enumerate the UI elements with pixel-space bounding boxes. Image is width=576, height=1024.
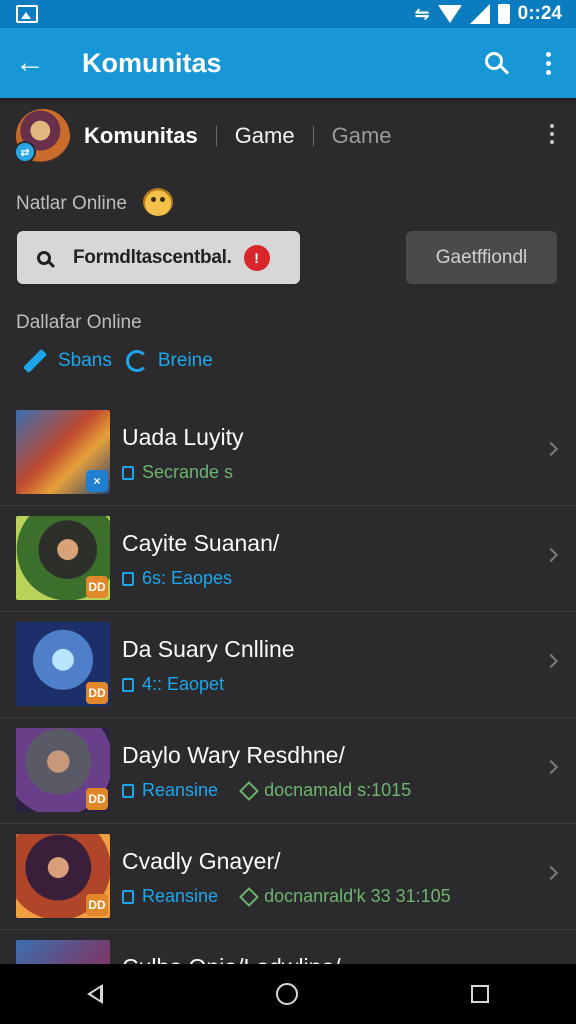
avatar-badge-icon: ⇄ [14, 141, 36, 163]
tab-game-secondary[interactable]: Game [332, 123, 392, 149]
filter-sbans[interactable]: Sbans [22, 348, 112, 374]
filter-row: Sbans Breine [22, 346, 213, 376]
item-title: Uada Luyity [122, 424, 244, 450]
nav-recent-icon[interactable] [471, 985, 490, 1003]
status-time: 0::24 [517, 3, 562, 24]
more-vert-icon [545, 51, 551, 57]
app-title: Komunitas [82, 47, 222, 78]
nav-back-icon[interactable] [86, 984, 103, 1004]
cube-icon [239, 886, 259, 907]
item-subtitle: 6s: Eaopes [122, 568, 232, 589]
system-nav-bar [0, 964, 576, 1024]
item-title: Cayite Suanan/ [122, 530, 280, 556]
badge-icon: × [86, 470, 108, 492]
item-sub2: docnamald s:1015 [264, 780, 412, 800]
filter-breine[interactable]: Breine [125, 350, 213, 372]
alert-badge-icon: ! [243, 244, 270, 271]
community-title: Komunitas [84, 123, 198, 148]
vibrate-icon: ⇋ [414, 3, 430, 24]
chevron-right-icon [543, 653, 559, 669]
badge-icon: DD [86, 788, 108, 810]
refresh-icon [125, 350, 148, 372]
nav-home-icon[interactable] [275, 983, 298, 1005]
list-item[interactable]: DD Cayite Suanan/ 6s: Eaopes [0, 506, 576, 612]
game-thumbnail: DD [16, 728, 110, 812]
tab-game[interactable]: Game [235, 123, 295, 149]
back-button[interactable]: ← [0, 28, 60, 98]
item-subtitle: Reansine docnanrald'k 33 31:105 [122, 886, 451, 907]
online-label: Natlar Online [16, 193, 127, 214]
tag-icon [122, 677, 134, 692]
community-header: ⇄ Komunitas Game Game [0, 108, 576, 164]
game-list: × Uada Luyity Secrande s DD Cayite Suana… [0, 400, 576, 1024]
gallery-icon [16, 5, 38, 23]
dallafar-label: Dallafar Online [16, 312, 142, 333]
more-vert-icon [550, 124, 554, 128]
battery-icon [497, 4, 510, 24]
app-bar: ← Komunitas [0, 28, 576, 98]
item-sub1: Reansine [142, 886, 219, 906]
item-title: Daylo Wary Resdhne/ [122, 742, 345, 768]
item-title: Da Suary Cnlline [122, 636, 295, 662]
item-sub2: docnanrald'k 33 31:105 [264, 886, 451, 906]
game-thumbnail: DD [16, 622, 110, 706]
item-sub1: 6s: Eaopes [142, 568, 233, 588]
item-sub1: Reansine [142, 780, 219, 800]
list-item[interactable]: DD Da Suary Cnlline 4:: Eaopet [0, 612, 576, 718]
item-subtitle: Reansine docnamald s:1015 [122, 780, 411, 801]
search-text: Formdltascentbal. [73, 246, 232, 268]
badge-icon: DD [86, 576, 108, 598]
list-item[interactable]: DD Daylo Wary Resdhne/ Reansine docnamal… [0, 718, 576, 824]
emoji-face-icon [143, 188, 173, 216]
search-icon [37, 250, 51, 265]
search-icon [485, 52, 503, 70]
get-button[interactable]: Gaetffiondl [406, 231, 557, 284]
chevron-right-icon [543, 441, 559, 457]
chevron-right-icon [543, 759, 559, 775]
tag-icon [122, 889, 134, 904]
search-button[interactable] [472, 28, 520, 98]
item-subtitle: 4:: Eaopet [122, 674, 224, 695]
item-subtitle: Secrande s [122, 462, 233, 483]
list-item[interactable]: DD Cvadly Gnayer/ Reansine docnanrald'k … [0, 824, 576, 930]
divider [312, 126, 314, 146]
community-more-button[interactable] [550, 124, 554, 144]
community-avatar[interactable]: ⇄ [14, 109, 70, 163]
tag-icon [122, 783, 134, 798]
more-options-button[interactable] [520, 28, 576, 98]
pencil-icon [22, 348, 48, 374]
status-icons: ⇋ 0::24 [415, 3, 562, 25]
game-thumbnail: × [16, 410, 110, 494]
filter-label: Sbans [58, 350, 112, 371]
badge-icon: DD [86, 682, 108, 704]
list-item[interactable]: × Uada Luyity Secrande s [0, 400, 576, 506]
chevron-right-icon [543, 865, 559, 881]
item-sub1: 4:: Eaopet [142, 674, 225, 694]
cube-icon [239, 780, 259, 801]
status-bar: ⇋ 0::24 [0, 0, 576, 28]
badge-icon: DD [86, 894, 108, 916]
search-field[interactable]: Formdltascentbal. ! [17, 231, 300, 284]
filter-label: Breine [157, 350, 213, 371]
item-title: Cvadly Gnayer/ [122, 848, 281, 874]
chevron-right-icon [543, 547, 559, 563]
divider [215, 126, 217, 146]
arrow-left-icon: ← [15, 46, 45, 79]
signal-icon [469, 4, 490, 24]
item-sub1: Secrande s [142, 462, 234, 482]
game-thumbnail: DD [16, 516, 110, 600]
tag-icon [122, 465, 134, 480]
game-thumbnail: DD [16, 834, 110, 918]
tag-icon [122, 571, 134, 586]
wifi-icon [437, 5, 462, 23]
